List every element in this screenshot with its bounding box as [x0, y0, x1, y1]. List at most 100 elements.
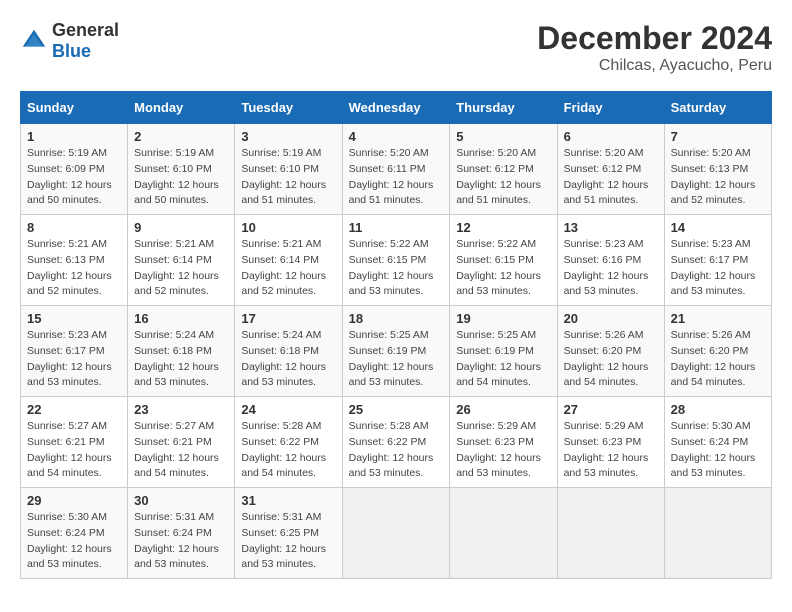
day-info: Sunrise: 5:30 AM Sunset: 6:24 PM Dayligh… — [671, 419, 765, 482]
calendar-table: SundayMondayTuesdayWednesdayThursdayFrid… — [20, 91, 772, 579]
day-info: Sunrise: 5:20 AM Sunset: 6:13 PM Dayligh… — [671, 146, 765, 209]
day-info: Sunrise: 5:26 AM Sunset: 6:20 PM Dayligh… — [564, 328, 658, 391]
calendar-cell: 21 Sunrise: 5:26 AM Sunset: 6:20 PM Dayl… — [664, 306, 771, 397]
day-number: 10 — [241, 220, 335, 235]
calendar-cell: 14 Sunrise: 5:23 AM Sunset: 6:17 PM Dayl… — [664, 215, 771, 306]
calendar-cell — [557, 488, 664, 579]
day-number: 24 — [241, 402, 335, 417]
calendar-cell — [450, 488, 557, 579]
calendar-cell: 28 Sunrise: 5:30 AM Sunset: 6:24 PM Dayl… — [664, 397, 771, 488]
calendar-cell: 3 Sunrise: 5:19 AM Sunset: 6:10 PM Dayli… — [235, 124, 342, 215]
day-number: 7 — [671, 129, 765, 144]
calendar-header-thursday: Thursday — [450, 92, 557, 124]
day-number: 21 — [671, 311, 765, 326]
calendar-cell: 30 Sunrise: 5:31 AM Sunset: 6:24 PM Dayl… — [128, 488, 235, 579]
day-info: Sunrise: 5:21 AM Sunset: 6:13 PM Dayligh… — [27, 237, 121, 300]
calendar-cell — [342, 488, 450, 579]
calendar-cell: 5 Sunrise: 5:20 AM Sunset: 6:12 PM Dayli… — [450, 124, 557, 215]
logo-blue-text: Blue — [52, 41, 91, 61]
calendar-header-monday: Monday — [128, 92, 235, 124]
calendar-header-saturday: Saturday — [664, 92, 771, 124]
calendar-week-5: 29 Sunrise: 5:30 AM Sunset: 6:24 PM Dayl… — [21, 488, 772, 579]
day-info: Sunrise: 5:28 AM Sunset: 6:22 PM Dayligh… — [349, 419, 444, 482]
calendar-cell: 6 Sunrise: 5:20 AM Sunset: 6:12 PM Dayli… — [557, 124, 664, 215]
day-number: 17 — [241, 311, 335, 326]
day-number: 25 — [349, 402, 444, 417]
day-info: Sunrise: 5:23 AM Sunset: 6:17 PM Dayligh… — [27, 328, 121, 391]
calendar-cell: 20 Sunrise: 5:26 AM Sunset: 6:20 PM Dayl… — [557, 306, 664, 397]
calendar-cell: 2 Sunrise: 5:19 AM Sunset: 6:10 PM Dayli… — [128, 124, 235, 215]
calendar-cell: 31 Sunrise: 5:31 AM Sunset: 6:25 PM Dayl… — [235, 488, 342, 579]
day-info: Sunrise: 5:24 AM Sunset: 6:18 PM Dayligh… — [134, 328, 228, 391]
logo-general-text: General — [52, 20, 119, 40]
calendar-cell: 24 Sunrise: 5:28 AM Sunset: 6:22 PM Dayl… — [235, 397, 342, 488]
calendar-cell: 12 Sunrise: 5:22 AM Sunset: 6:15 PM Dayl… — [450, 215, 557, 306]
day-info: Sunrise: 5:20 AM Sunset: 6:12 PM Dayligh… — [456, 146, 550, 209]
day-number: 15 — [27, 311, 121, 326]
calendar-cell: 22 Sunrise: 5:27 AM Sunset: 6:21 PM Dayl… — [21, 397, 128, 488]
day-info: Sunrise: 5:31 AM Sunset: 6:24 PM Dayligh… — [134, 510, 228, 573]
day-info: Sunrise: 5:19 AM Sunset: 6:10 PM Dayligh… — [241, 146, 335, 209]
day-info: Sunrise: 5:31 AM Sunset: 6:25 PM Dayligh… — [241, 510, 335, 573]
calendar-cell: 29 Sunrise: 5:30 AM Sunset: 6:24 PM Dayl… — [21, 488, 128, 579]
calendar-cell: 8 Sunrise: 5:21 AM Sunset: 6:13 PM Dayli… — [21, 215, 128, 306]
calendar-cell: 1 Sunrise: 5:19 AM Sunset: 6:09 PM Dayli… — [21, 124, 128, 215]
day-info: Sunrise: 5:29 AM Sunset: 6:23 PM Dayligh… — [564, 419, 658, 482]
day-number: 12 — [456, 220, 550, 235]
calendar-header-tuesday: Tuesday — [235, 92, 342, 124]
calendar-cell: 10 Sunrise: 5:21 AM Sunset: 6:14 PM Dayl… — [235, 215, 342, 306]
calendar-header-sunday: Sunday — [21, 92, 128, 124]
day-number: 22 — [27, 402, 121, 417]
day-info: Sunrise: 5:24 AM Sunset: 6:18 PM Dayligh… — [241, 328, 335, 391]
day-number: 27 — [564, 402, 658, 417]
calendar-week-2: 8 Sunrise: 5:21 AM Sunset: 6:13 PM Dayli… — [21, 215, 772, 306]
calendar-cell: 11 Sunrise: 5:22 AM Sunset: 6:15 PM Dayl… — [342, 215, 450, 306]
day-number: 30 — [134, 493, 228, 508]
day-info: Sunrise: 5:25 AM Sunset: 6:19 PM Dayligh… — [349, 328, 444, 391]
logo-icon — [20, 27, 48, 55]
page-header: General Blue December 2024 Chilcas, Ayac… — [20, 20, 772, 75]
day-number: 29 — [27, 493, 121, 508]
page-subtitle: Chilcas, Ayacucho, Peru — [537, 57, 772, 75]
day-info: Sunrise: 5:21 AM Sunset: 6:14 PM Dayligh… — [241, 237, 335, 300]
day-number: 26 — [456, 402, 550, 417]
page-title: December 2024 — [537, 20, 772, 57]
day-info: Sunrise: 5:19 AM Sunset: 6:10 PM Dayligh… — [134, 146, 228, 209]
day-info: Sunrise: 5:23 AM Sunset: 6:17 PM Dayligh… — [671, 237, 765, 300]
calendar-header-wednesday: Wednesday — [342, 92, 450, 124]
calendar-cell: 26 Sunrise: 5:29 AM Sunset: 6:23 PM Dayl… — [450, 397, 557, 488]
calendar-header-row: SundayMondayTuesdayWednesdayThursdayFrid… — [21, 92, 772, 124]
day-info: Sunrise: 5:29 AM Sunset: 6:23 PM Dayligh… — [456, 419, 550, 482]
day-number: 31 — [241, 493, 335, 508]
calendar-cell: 9 Sunrise: 5:21 AM Sunset: 6:14 PM Dayli… — [128, 215, 235, 306]
day-number: 23 — [134, 402, 228, 417]
day-number: 9 — [134, 220, 228, 235]
calendar-header-friday: Friday — [557, 92, 664, 124]
day-info: Sunrise: 5:20 AM Sunset: 6:11 PM Dayligh… — [349, 146, 444, 209]
calendar-cell: 4 Sunrise: 5:20 AM Sunset: 6:11 PM Dayli… — [342, 124, 450, 215]
calendar-week-3: 15 Sunrise: 5:23 AM Sunset: 6:17 PM Dayl… — [21, 306, 772, 397]
logo: General Blue — [20, 20, 119, 62]
calendar-cell: 18 Sunrise: 5:25 AM Sunset: 6:19 PM Dayl… — [342, 306, 450, 397]
day-info: Sunrise: 5:28 AM Sunset: 6:22 PM Dayligh… — [241, 419, 335, 482]
day-number: 3 — [241, 129, 335, 144]
day-number: 4 — [349, 129, 444, 144]
calendar-cell: 13 Sunrise: 5:23 AM Sunset: 6:16 PM Dayl… — [557, 215, 664, 306]
day-number: 20 — [564, 311, 658, 326]
day-info: Sunrise: 5:22 AM Sunset: 6:15 PM Dayligh… — [349, 237, 444, 300]
day-number: 6 — [564, 129, 658, 144]
calendar-cell: 23 Sunrise: 5:27 AM Sunset: 6:21 PM Dayl… — [128, 397, 235, 488]
calendar-cell: 16 Sunrise: 5:24 AM Sunset: 6:18 PM Dayl… — [128, 306, 235, 397]
day-number: 18 — [349, 311, 444, 326]
calendar-cell: 27 Sunrise: 5:29 AM Sunset: 6:23 PM Dayl… — [557, 397, 664, 488]
calendar-week-1: 1 Sunrise: 5:19 AM Sunset: 6:09 PM Dayli… — [21, 124, 772, 215]
day-number: 19 — [456, 311, 550, 326]
day-number: 28 — [671, 402, 765, 417]
day-info: Sunrise: 5:25 AM Sunset: 6:19 PM Dayligh… — [456, 328, 550, 391]
calendar-cell: 19 Sunrise: 5:25 AM Sunset: 6:19 PM Dayl… — [450, 306, 557, 397]
day-number: 16 — [134, 311, 228, 326]
day-info: Sunrise: 5:22 AM Sunset: 6:15 PM Dayligh… — [456, 237, 550, 300]
day-info: Sunrise: 5:26 AM Sunset: 6:20 PM Dayligh… — [671, 328, 765, 391]
day-number: 1 — [27, 129, 121, 144]
day-number: 8 — [27, 220, 121, 235]
